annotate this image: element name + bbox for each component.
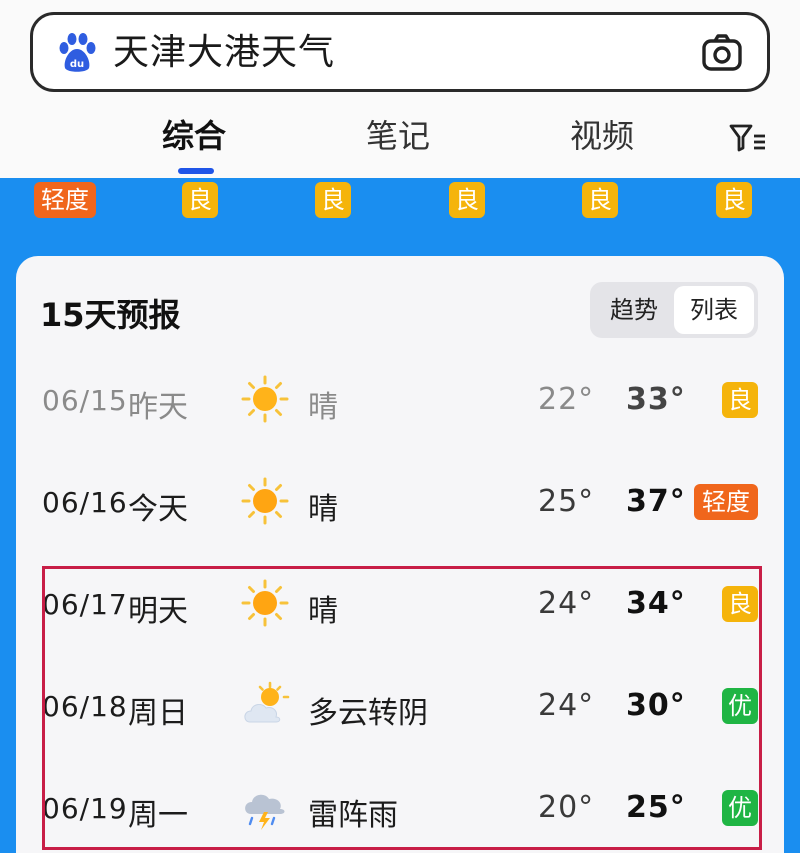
row-low-temp: 22° bbox=[538, 382, 595, 417]
row-day: 今天 bbox=[128, 492, 188, 527]
search-tabs: 综合 笔记 视频 bbox=[0, 108, 800, 174]
aqi-badge: 良 bbox=[716, 182, 752, 218]
forecast-title: 15天预报 bbox=[40, 296, 181, 334]
app-header: du 天津大港天气 综合 笔记 视频 bbox=[0, 0, 800, 178]
camera-icon[interactable] bbox=[701, 33, 743, 73]
aqi-badge: 良 bbox=[182, 182, 218, 218]
forecast-row[interactable]: 06/16 今天 晴 25° 37° 轻度 bbox=[16, 472, 784, 542]
aqi-strip: 轻度 良 良 良 良 良 bbox=[0, 182, 800, 222]
aqi-badge: 良 bbox=[449, 182, 485, 218]
tab-notes[interactable]: 笔记 bbox=[366, 108, 430, 164]
aqi-badge: 良 bbox=[315, 182, 351, 218]
search-bar[interactable]: du 天津大港天气 bbox=[30, 12, 770, 92]
aqi-badge: 良 bbox=[582, 182, 618, 218]
row-condition: 晴 bbox=[308, 492, 338, 527]
active-tab-indicator bbox=[178, 168, 214, 174]
row-date: 06/15 bbox=[42, 384, 128, 417]
row-aqi-badge: 良 bbox=[722, 382, 758, 418]
toggle-trend[interactable]: 趋势 bbox=[594, 286, 674, 334]
tab-videos[interactable]: 视频 bbox=[570, 108, 634, 164]
row-aqi-badge: 轻度 bbox=[694, 484, 758, 520]
sun-icon bbox=[241, 375, 289, 423]
highlight-box bbox=[42, 566, 762, 850]
sun-icon bbox=[241, 477, 289, 525]
row-condition: 晴 bbox=[308, 390, 338, 425]
view-toggle: 趋势 列表 bbox=[590, 282, 758, 338]
aqi-badge: 轻度 bbox=[34, 182, 96, 218]
svg-text:du: du bbox=[70, 59, 84, 70]
row-date: 06/16 bbox=[42, 486, 128, 519]
row-low-temp: 25° bbox=[538, 484, 595, 519]
search-query[interactable]: 天津大港天气 bbox=[113, 31, 335, 75]
row-high-temp: 33° bbox=[626, 382, 686, 417]
forecast-row[interactable]: 06/15 昨天 晴 22° 33° 良 bbox=[16, 370, 784, 440]
toggle-list[interactable]: 列表 bbox=[674, 286, 754, 334]
filter-icon[interactable] bbox=[728, 122, 768, 154]
tab-all[interactable]: 综合 bbox=[162, 108, 226, 164]
row-day: 昨天 bbox=[128, 390, 188, 425]
row-high-temp: 37° bbox=[626, 484, 686, 519]
baidu-logo-icon: du bbox=[59, 33, 96, 72]
